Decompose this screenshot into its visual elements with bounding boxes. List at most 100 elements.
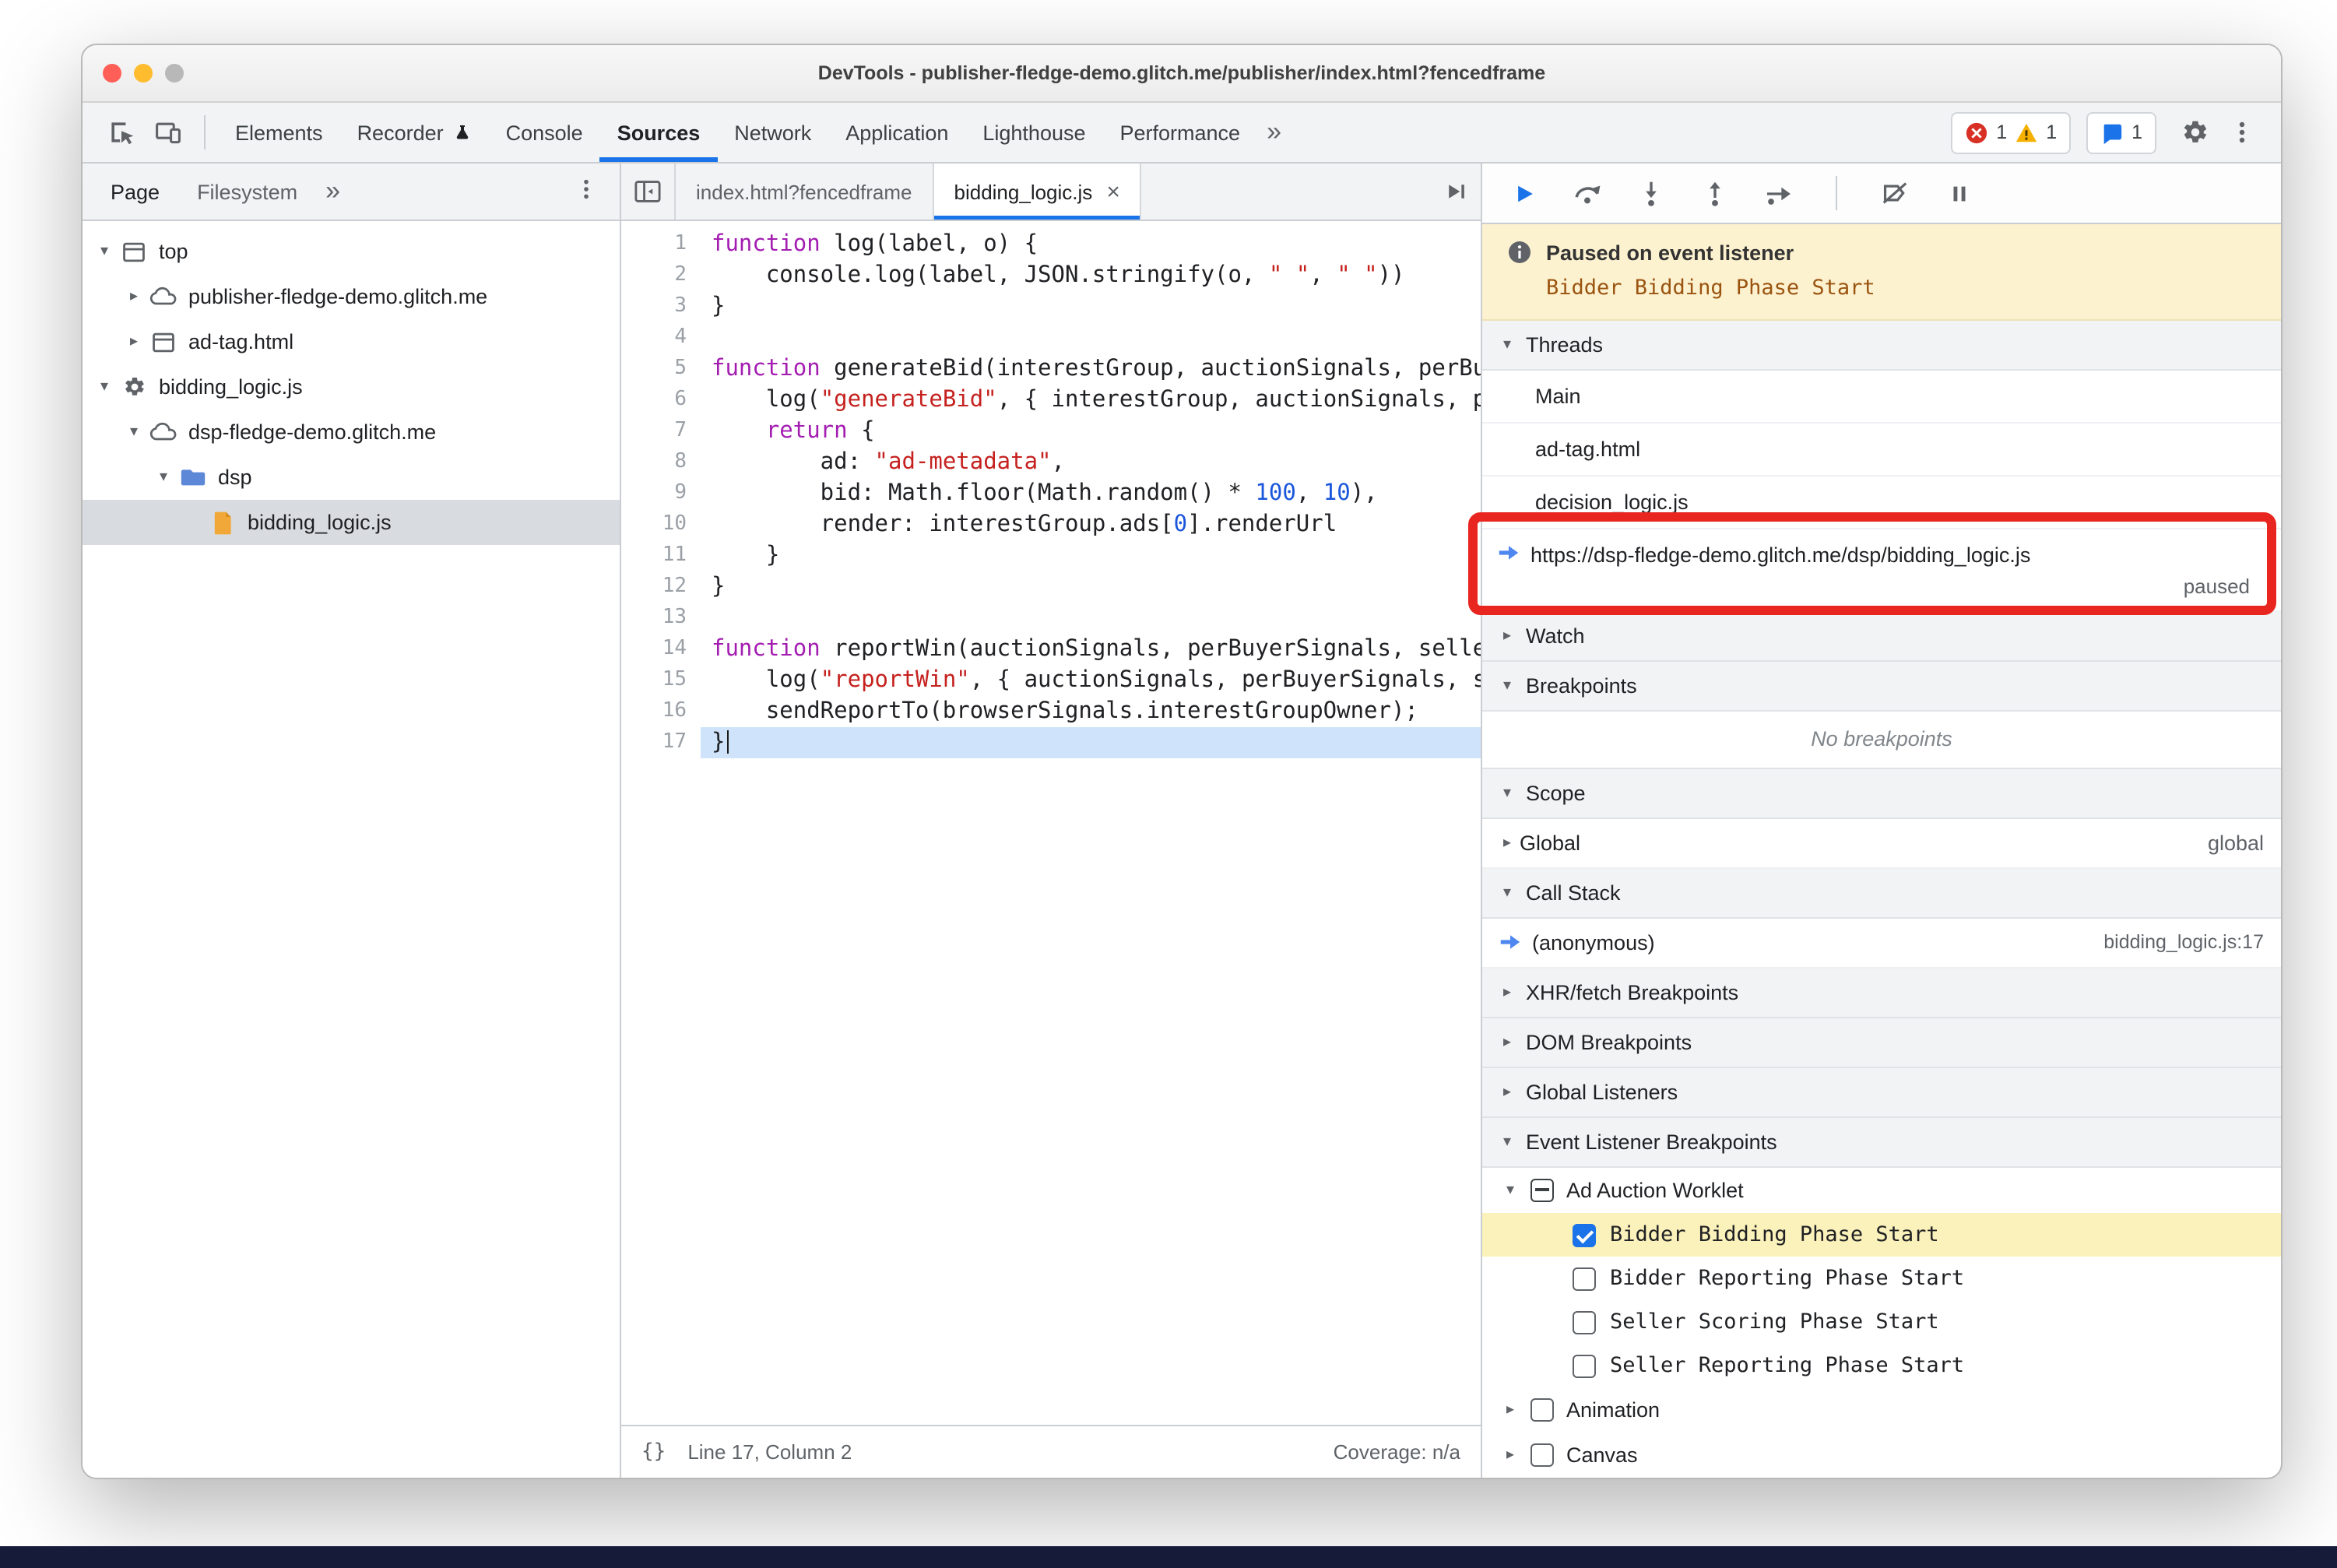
chevron-right-icon[interactable]: ▸	[1502, 1401, 1518, 1419]
line-number[interactable]: 14	[621, 634, 701, 665]
line-number[interactable]: 9	[621, 478, 701, 509]
resume-button[interactable]	[1504, 174, 1541, 212]
chevron-down-icon[interactable]: ▾	[1502, 1182, 1518, 1199]
tree-item-ad-tag-html[interactable]: ▸ ad-tag.html	[83, 319, 620, 364]
chevron-right-icon[interactable]: ▸	[1502, 1447, 1518, 1464]
line-number[interactable]: 5	[621, 353, 701, 385]
checkbox-bidder-bidding-phase-start[interactable]	[1573, 1223, 1596, 1247]
tab-recorder[interactable]: Recorder	[340, 103, 489, 162]
code-line-12[interactable]: 12}	[621, 571, 1481, 603]
code-line-6[interactable]: 6 log("generateBid", { interestGroup, au…	[621, 385, 1481, 416]
section-header-breakpoints[interactable]: ▾ Breakpoints	[1482, 662, 2281, 712]
event-listener-bidder-bidding-phase-start[interactable]: Bidder Bidding Phase Start	[1482, 1213, 2281, 1257]
checkbox-seller-reporting-phase-start[interactable]	[1573, 1354, 1596, 1378]
expand-arrow[interactable]: ▸	[121, 333, 146, 350]
code-line-15[interactable]: 15 log("reportWin", { auctionSignals, pe…	[621, 665, 1481, 696]
code-line-17[interactable]: 17}	[621, 727, 1481, 758]
zoom-window-button[interactable]	[165, 64, 184, 83]
pretty-print-icon[interactable]: {}	[641, 1440, 666, 1464]
expand-arrow[interactable]: ▾	[92, 243, 117, 260]
line-number[interactable]: 16	[621, 696, 701, 727]
step-into-button[interactable]	[1632, 174, 1669, 212]
tab-elements[interactable]: Elements	[218, 103, 340, 162]
thread-item-ad-tag-html[interactable]: ad-tag.html	[1482, 424, 2281, 477]
toggle-device-toolbar-button[interactable]	[145, 111, 192, 154]
section-header-global-listeners[interactable]: ▸ Global Listeners	[1482, 1068, 2281, 1119]
tree-item-bidding-logic-js[interactable]: bidding_logic.js	[83, 500, 620, 545]
close-window-button[interactable]	[103, 64, 121, 83]
checkbox-seller-scoring-phase-start[interactable]	[1573, 1310, 1596, 1334]
section-header-event-listener-breakpoints[interactable]: ▾ Event Listener Breakpoints	[1482, 1118, 2281, 1169]
expand-arrow[interactable]: ▾	[121, 424, 146, 441]
section-header-scope[interactable]: ▾ Scope	[1482, 768, 2281, 819]
expand-arrow[interactable]: ▾	[92, 378, 117, 396]
line-number[interactable]: 4	[621, 322, 701, 353]
checkbox-ad-auction-worklet[interactable]	[1530, 1179, 1554, 1203]
code-line-14[interactable]: 14 function reportWin(auctionSignals, per…	[621, 634, 1481, 665]
tab-console[interactable]: Console	[489, 103, 600, 162]
tab-sources[interactable]: Sources	[600, 103, 718, 162]
code-line-5[interactable]: 5 function generateBid(interestGroup, auc…	[621, 353, 1481, 385]
editor-tab-index-html[interactable]: index.html?fencedframe	[676, 163, 934, 220]
inspect-element-button[interactable]	[98, 111, 145, 154]
thread-item-main[interactable]: Main	[1482, 371, 2281, 424]
line-number[interactable]: 15	[621, 665, 701, 696]
more-navigator-tabs-icon[interactable]: »	[316, 176, 350, 207]
section-header-xhr-breakpoints[interactable]: ▸ XHR/fetch Breakpoints	[1482, 968, 2281, 1018]
code-line-13[interactable]: 13	[621, 603, 1481, 634]
toggle-navigator-button[interactable]	[621, 163, 676, 220]
tree-item-publisher-fledge-demo-glitch-me[interactable]: ▸ publisher-fledge-demo.glitch.me	[83, 274, 620, 319]
section-header-threads[interactable]: ▾ Threads	[1482, 321, 2281, 371]
editor-tab-bidding-logic[interactable]: bidding_logic.js ×	[933, 163, 1142, 220]
expand-arrow[interactable]: ▾	[151, 469, 176, 486]
code-line-16[interactable]: 16 sendReportTo(browserSignals.interestG…	[621, 696, 1481, 727]
issues-button[interactable]: 1	[2086, 111, 2156, 153]
navigator-menu-button[interactable]	[562, 178, 610, 206]
step-out-button[interactable]	[1696, 174, 1733, 212]
event-category-animation[interactable]: ▸ Animation	[1482, 1387, 2281, 1433]
line-number[interactable]: 10	[621, 509, 701, 540]
code-line-11[interactable]: 11 }	[621, 540, 1481, 571]
event-listener-seller-reporting-phase-start[interactable]: Seller Reporting Phase Start	[1482, 1344, 2281, 1387]
tab-application[interactable]: Application	[828, 103, 965, 162]
line-number[interactable]: 13	[621, 603, 701, 634]
section-header-call-stack[interactable]: ▾ Call Stack	[1482, 868, 2281, 919]
scope-row-global[interactable]: ▸ Global global	[1482, 819, 2281, 869]
code-line-4[interactable]: 4	[621, 322, 1481, 353]
thread-item-active[interactable]: https://dsp-fledge-demo.glitch.me/dsp/bi…	[1468, 512, 2281, 616]
line-number[interactable]: 11	[621, 540, 701, 571]
tab-page[interactable]: Page	[92, 163, 178, 220]
code-line-9[interactable]: 9 bid: Math.floor(Math.random() * 100, 1…	[621, 478, 1481, 509]
console-status-button[interactable]: 1 1	[1951, 111, 2072, 153]
step-button[interactable]	[1759, 174, 1797, 212]
tab-network[interactable]: Network	[717, 103, 828, 162]
event-category-ad-auction-worklet[interactable]: ▾ Ad Auction Worklet	[1482, 1168, 2281, 1213]
settings-button[interactable]	[2172, 111, 2219, 154]
tab-filesystem[interactable]: Filesystem	[178, 163, 316, 220]
tree-item-dsp[interactable]: ▾ dsp	[83, 455, 620, 500]
expand-arrow[interactable]: ▸	[121, 288, 146, 305]
checkbox-animation[interactable]	[1530, 1398, 1554, 1422]
code-line-7[interactable]: 7 return {	[621, 416, 1481, 447]
code-line-1[interactable]: 1 function log(label, o) {	[621, 229, 1481, 260]
line-number[interactable]: 12	[621, 571, 701, 603]
checkbox-bidder-reporting-phase-start[interactable]	[1573, 1267, 1596, 1291]
line-number[interactable]: 3	[621, 291, 701, 322]
deactivate-breakpoints-button[interactable]	[1876, 174, 1914, 212]
step-over-button[interactable]	[1568, 174, 1605, 212]
section-header-dom-breakpoints[interactable]: ▸ DOM Breakpoints	[1482, 1018, 2281, 1068]
tree-item-dsp-fledge-demo-glitch-me[interactable]: ▾ dsp-fledge-demo.glitch.me	[83, 410, 620, 455]
tree-item-bidding-logic-js[interactable]: ▾ bidding_logic.js	[83, 364, 620, 410]
code-line-8[interactable]: 8 ad: "ad-metadata",	[621, 447, 1481, 478]
tree-item-top[interactable]: ▾ top	[83, 229, 620, 274]
more-panels-icon[interactable]: »	[1257, 117, 1291, 148]
event-listener-seller-scoring-phase-start[interactable]: Seller Scoring Phase Start	[1482, 1300, 2281, 1344]
checkbox-canvas[interactable]	[1530, 1443, 1554, 1468]
line-number[interactable]: 17	[621, 727, 701, 758]
minimize-window-button[interactable]	[134, 64, 153, 83]
thread-item-decision-logic-js[interactable]: decision_logic.js	[1482, 476, 2281, 530]
event-listener-bidder-reporting-phase-start[interactable]: Bidder Reporting Phase Start	[1482, 1257, 2281, 1300]
tab-lighthouse[interactable]: Lighthouse	[965, 103, 1102, 162]
code-line-2[interactable]: 2 console.log(label, JSON.stringify(o, "…	[621, 260, 1481, 291]
code-line-10[interactable]: 10 render: interestGroup.ads[0].renderUr…	[621, 509, 1481, 540]
